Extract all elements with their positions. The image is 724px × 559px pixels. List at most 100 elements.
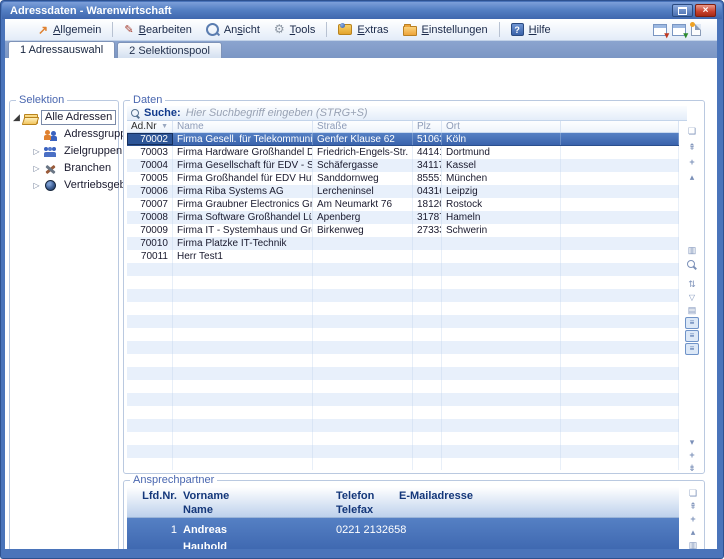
tree-item-branchen[interactable]: ▷Branchen bbox=[12, 160, 116, 177]
tree-item-alle-adressen[interactable]: ◢ Alle Adressen bbox=[12, 109, 116, 126]
column-header-plz[interactable]: Plz bbox=[413, 121, 442, 132]
menu-tools[interactable]: Tools bbox=[267, 22, 322, 38]
tree-item-vertriebsgebiete[interactable]: ▷Vertriebsgebiete bbox=[12, 177, 116, 194]
scroll-up-icon[interactable] bbox=[685, 171, 699, 183]
sales-regions-icon bbox=[44, 180, 58, 192]
scroll-top-icon[interactable] bbox=[686, 500, 700, 512]
cell-name bbox=[173, 432, 313, 445]
cell-plz bbox=[413, 289, 442, 302]
table-row[interactable]: 70010Firma Platzke IT-Technik bbox=[127, 237, 679, 250]
empty-row bbox=[127, 315, 679, 328]
add-icon[interactable] bbox=[685, 156, 699, 168]
scroll-down-icon[interactable] bbox=[685, 436, 699, 448]
column-header-label: Ort bbox=[446, 121, 460, 132]
table-row[interactable]: 70002Firma Gesell. für Telekommunikation… bbox=[127, 133, 679, 146]
contact-telefon: 0221 2132658 bbox=[336, 523, 406, 537]
cell-name bbox=[173, 458, 313, 470]
menu-separator bbox=[499, 22, 500, 37]
column-header-label: Plz bbox=[417, 121, 431, 132]
contact-column-header-e-mailadresse[interactable]: E-Mailadresse bbox=[399, 489, 473, 503]
column-header-name[interactable]: Name bbox=[173, 121, 313, 132]
contact-row[interactable]: 1AndreasHaubold0221 2132658 bbox=[127, 518, 679, 549]
main-toolbar: Allgemein BearbeitenAnsichtTools ExtrasEin… bbox=[5, 19, 717, 41]
tree-item-adressgruppen[interactable]: Adressgruppen bbox=[12, 126, 116, 143]
selektion-panel: Selektion ◢Alle AdressenAdressgruppen▷Zi… bbox=[9, 100, 119, 549]
cell-name bbox=[173, 419, 313, 432]
scroll-up-icon[interactable] bbox=[686, 526, 700, 538]
cell-plz bbox=[413, 406, 442, 419]
table-row[interactable]: 70007Firma Graubner Electronics GmbHAm N… bbox=[127, 198, 679, 211]
scroll-bottom-icon[interactable] bbox=[685, 462, 699, 474]
table-row[interactable]: 70003Firma Hardware Großhandel DortmundF… bbox=[127, 146, 679, 159]
contact-column-header-vorname[interactable]: Vorname Name bbox=[183, 489, 229, 517]
search-icon[interactable] bbox=[685, 259, 699, 271]
cell-ad-nr bbox=[127, 263, 173, 276]
cell-ort bbox=[442, 250, 561, 263]
cell-stra-e bbox=[313, 367, 413, 380]
table-row[interactable]: 70009Firma IT - Systemhaus und Großhande… bbox=[127, 224, 679, 237]
table-row[interactable]: 70006Firma Riba Systems AGLercheninsel04… bbox=[127, 185, 679, 198]
table-row[interactable]: 70008Firma Software Großhandel Lübke AGA… bbox=[127, 211, 679, 224]
tab-adressauswahl[interactable]: 1 Adressauswahl bbox=[8, 41, 115, 58]
content-area: Selektion ◢Alle AdressenAdressgruppen▷Zi… bbox=[5, 58, 717, 549]
expand-arrow-icon[interactable]: ▷ bbox=[32, 147, 41, 156]
columns-icon[interactable] bbox=[686, 539, 700, 549]
tree-item-zielgruppen[interactable]: ▷Zielgruppen bbox=[12, 143, 116, 160]
menu-einstellungen[interactable]: Einstellungen bbox=[396, 21, 495, 38]
tab-selektionspool[interactable]: 2 Selektionspool bbox=[117, 42, 222, 58]
table-row[interactable]: 70011Herr Test1 bbox=[127, 250, 679, 263]
row-height-large-icon[interactable] bbox=[685, 343, 699, 355]
menu-bearbeiten[interactable]: Bearbeiten bbox=[117, 22, 198, 38]
filter-icon[interactable] bbox=[685, 291, 699, 303]
row-height-medium-icon[interactable] bbox=[685, 330, 699, 342]
selection-tree: ◢Alle AdressenAdressgruppen▷Zielgruppen▷… bbox=[12, 109, 116, 194]
menu-allgemein[interactable]: Allgemein bbox=[31, 22, 108, 38]
cell-stra-e bbox=[313, 289, 413, 302]
collapse-arrow-icon[interactable]: ◢ bbox=[12, 112, 21, 123]
restore-button[interactable] bbox=[672, 4, 693, 17]
scroll-top-icon[interactable] bbox=[685, 141, 699, 153]
cell-filler bbox=[561, 445, 679, 458]
menu-hilfe[interactable]: Hilfe bbox=[504, 21, 558, 38]
cell-filler bbox=[561, 250, 679, 263]
tree-item-label: Zielgruppen bbox=[61, 145, 125, 158]
cell-stra-e bbox=[313, 276, 413, 289]
copy-icon[interactable] bbox=[685, 125, 699, 137]
copy-icon[interactable] bbox=[686, 487, 700, 499]
cell-ort bbox=[442, 354, 561, 367]
column-header-stra-e[interactable]: Straße bbox=[313, 121, 413, 132]
cell-name bbox=[173, 380, 313, 393]
cell-filler bbox=[561, 172, 679, 185]
columns-icon[interactable] bbox=[685, 244, 699, 256]
table-import-icon[interactable] bbox=[672, 24, 686, 36]
gear-icon bbox=[274, 24, 285, 35]
expand-arrow-icon[interactable]: ▷ bbox=[32, 181, 41, 190]
cell-ort bbox=[442, 289, 561, 302]
contact-column-header-telefon[interactable]: Telefon Telefax bbox=[336, 489, 374, 517]
menu-ansicht[interactable]: Ansicht bbox=[199, 21, 267, 38]
cell-stra-e: Birkenweg bbox=[313, 224, 413, 237]
sort-icon[interactable] bbox=[685, 278, 699, 290]
table-row[interactable]: 70004Firma Gesellschaft für EDV - System… bbox=[127, 159, 679, 172]
add-icon[interactable] bbox=[686, 513, 700, 525]
tree-item-label: Alle Adressen bbox=[41, 110, 116, 125]
contact-column-header-lfd-nr[interactable]: Lfd.Nr. bbox=[133, 489, 177, 503]
search-input[interactable]: Suche: Hier Suchbegriff eingeben (STRG+S… bbox=[127, 106, 687, 121]
column-header-ad-nr[interactable]: Ad.Nr▼ bbox=[127, 121, 173, 132]
menu-extras[interactable]: Extras bbox=[331, 22, 395, 38]
layout-icon[interactable] bbox=[685, 304, 699, 316]
empty-row bbox=[127, 367, 679, 380]
close-button[interactable] bbox=[695, 4, 716, 17]
table-export-icon[interactable] bbox=[653, 24, 667, 36]
new-document-icon[interactable] bbox=[691, 24, 701, 36]
row-height-small-icon[interactable] bbox=[685, 317, 699, 329]
table-row[interactable]: 70005Firma Großhandel für EDV HutnerSand… bbox=[127, 172, 679, 185]
cell-ad-nr bbox=[127, 445, 173, 458]
cell-filler bbox=[561, 354, 679, 367]
cell-ort bbox=[442, 276, 561, 289]
cell-name bbox=[173, 367, 313, 380]
column-header-ort[interactable]: Ort bbox=[442, 121, 561, 132]
add-icon[interactable] bbox=[685, 449, 699, 461]
expand-arrow-icon[interactable]: ▷ bbox=[32, 164, 41, 173]
cell-ort bbox=[442, 367, 561, 380]
